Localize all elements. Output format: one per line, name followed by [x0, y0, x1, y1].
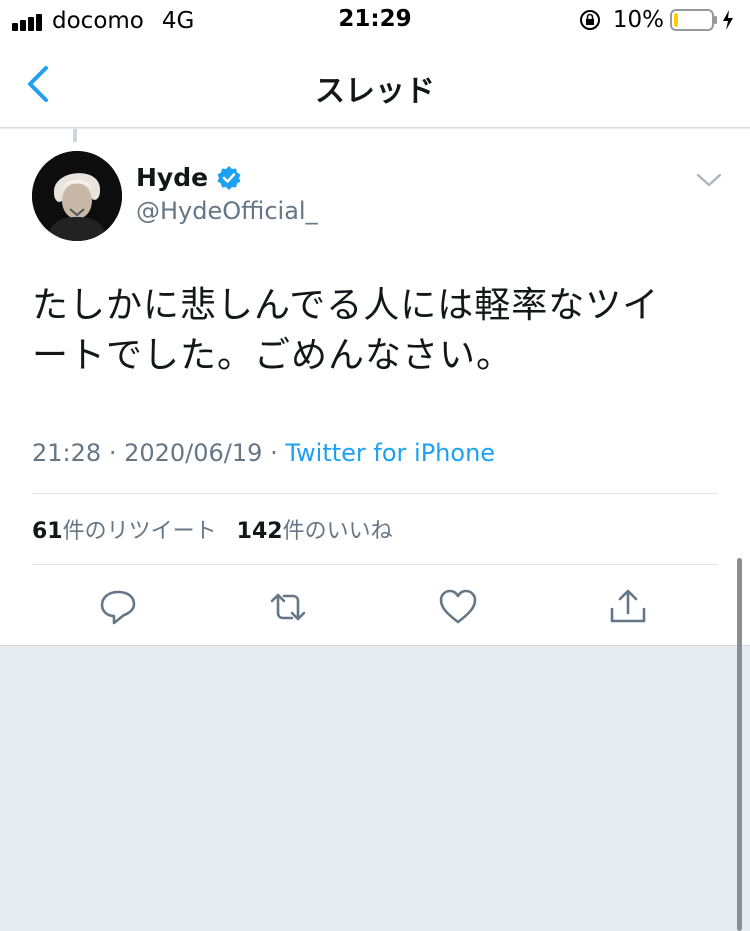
- retweet-icon[interactable]: [268, 587, 308, 627]
- thread-connector: [73, 129, 77, 142]
- verified-badge-icon: [217, 165, 241, 190]
- tweet-card: Hyde @HydeOfficial_ たしかに悲しんでる人には軽率なツイ ート…: [0, 129, 750, 646]
- likes-stat[interactable]: 142件のいいね: [237, 513, 393, 545]
- retweets-stat[interactable]: 61件のリツイート: [32, 513, 217, 545]
- battery-icon: [670, 9, 717, 31]
- tweet-meta: 21:28 · 2020/06/19 · Twitter for iPhone: [32, 439, 495, 467]
- status-right: 10%: [579, 7, 734, 33]
- chevron-down-icon[interactable]: [694, 169, 724, 191]
- tweet-text-line: たしかに悲しんでる人には軽率なツイ: [32, 285, 660, 326]
- tweet-text-line: ートでした。ごめんなさい。: [32, 335, 514, 376]
- tweet-time: 21:28: [32, 439, 102, 467]
- user-handle[interactable]: @HydeOfficial_: [136, 197, 318, 225]
- tweet-date: 2020/06/19: [124, 439, 263, 467]
- reply-icon[interactable]: [98, 587, 138, 627]
- battery-percentage: 10%: [612, 7, 664, 33]
- display-name[interactable]: Hyde: [136, 163, 208, 192]
- tweet-actions: [0, 587, 750, 627]
- retweets-label: 件のリツイート: [62, 519, 217, 544]
- avatar[interactable]: [32, 151, 122, 241]
- likes-count: 142: [236, 519, 283, 544]
- meta-separator: ·: [108, 439, 117, 467]
- page-title: スレッド: [315, 74, 435, 109]
- tweet-text: たしかに悲しんでる人には軽率なツイ ートでした。ごめんなさい。: [32, 281, 722, 381]
- tweet-stats: 61件のリツイート 142件のいいね: [32, 513, 413, 545]
- status-bar: docomo 4G 21:29 10%: [0, 0, 750, 40]
- display-name-row: Hyde: [136, 163, 242, 192]
- like-icon[interactable]: [438, 587, 478, 627]
- share-icon[interactable]: [608, 587, 648, 627]
- scrollbar[interactable]: [737, 558, 742, 931]
- divider: [32, 564, 718, 565]
- orientation-lock-icon: [579, 10, 600, 30]
- likes-label: 件のいいね: [282, 519, 393, 544]
- divider: [32, 493, 718, 494]
- meta-separator: ·: [270, 439, 278, 467]
- tweet-source-link[interactable]: Twitter for iPhone: [285, 439, 495, 467]
- charging-bolt-icon: [723, 10, 733, 30]
- navigation-bar: スレッド: [0, 40, 750, 128]
- retweets-count: 61: [32, 519, 63, 544]
- avatar-image: [32, 151, 122, 241]
